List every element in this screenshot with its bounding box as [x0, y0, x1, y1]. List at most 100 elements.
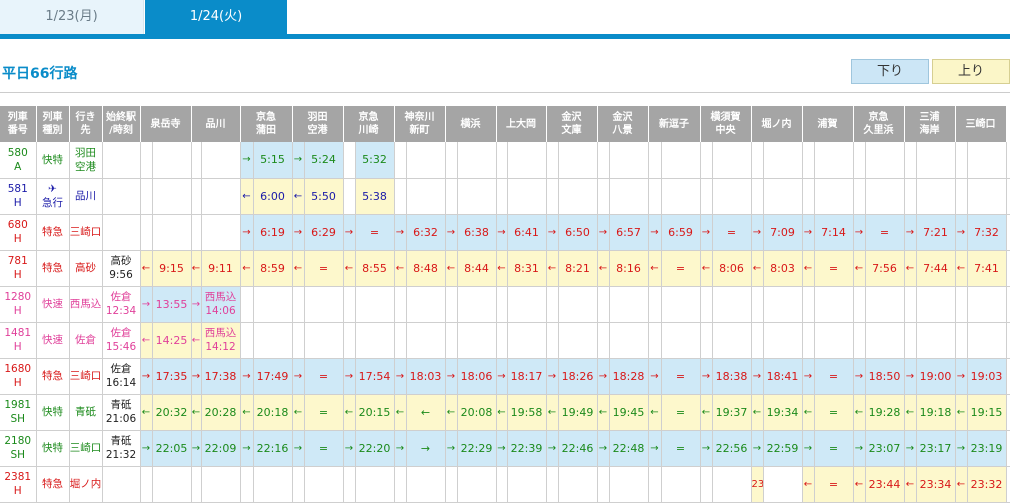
route-arrow — [1006, 322, 1010, 359]
stop-time — [661, 286, 701, 323]
route-arrow — [751, 286, 764, 323]
header-station-6: 神奈川 新町 — [394, 106, 446, 142]
train-number: 1280 H — [0, 286, 37, 323]
stop-time — [661, 466, 701, 503]
stop-time — [406, 142, 446, 179]
up-direction-button[interactable]: 上り — [932, 59, 1010, 84]
route-arrow — [1006, 394, 1010, 431]
train-row[interactable]: 781 H 特急 高砂 高砂 9:56 ← 9:15 ← 9:11 ← 8:59 ← = ← 8:55 ← 8:4… — [0, 250, 1010, 287]
route-arrow: → — [191, 358, 202, 395]
route-arrow: → — [597, 430, 610, 467]
route-arrow: ← — [648, 394, 662, 431]
route-arrow — [191, 142, 202, 179]
header-station-11: 新逗子 — [648, 106, 701, 142]
down-direction-button[interactable]: 下り — [851, 59, 929, 84]
route-arrow — [343, 178, 356, 215]
stop-time: 22:59 — [763, 430, 803, 467]
train-number: 781 H — [0, 250, 37, 287]
route-arrow: ← — [597, 250, 610, 287]
header-station-3: 京急 蒲田 — [240, 106, 293, 142]
train-row[interactable]: 2381H特急堀ノ内23:49←=←23:44←23:34←23:32 — [0, 466, 1010, 503]
stop-time — [304, 466, 344, 503]
train-row[interactable]: 680 H 特急 三崎口 → 6:19 → 6:29 → = → 6:32 → 6:38 → 6:41 → 6:5… — [0, 214, 1010, 251]
train-row[interactable]: 1481 H 快速 佐倉 佐倉 15:46 ← 14:25 ← 西馬込 14:12 — [0, 322, 1010, 359]
route-arrow: → — [955, 430, 968, 467]
route-arrow: ← — [546, 250, 559, 287]
route-arrow: ← — [955, 466, 968, 503]
tab-date-2[interactable]: 1/24(火) — [145, 0, 287, 34]
train-type: ✈ 急行 — [36, 178, 70, 215]
route-arrow — [853, 286, 866, 323]
route-arrow: → — [445, 214, 458, 251]
stop-time: = — [814, 430, 854, 467]
stop-time: 20:15 — [355, 394, 395, 431]
origin-time: 青砥 21:32 — [102, 430, 141, 467]
route-arrow: → — [140, 430, 153, 467]
route-arrow: → — [240, 430, 254, 467]
tab-date-1[interactable]: 1/23(月) — [0, 0, 144, 34]
train-destination: 高砂 — [69, 250, 103, 287]
stop-time: 18:03 — [406, 358, 446, 395]
stop-time — [661, 322, 701, 359]
train-row[interactable]: 581 H ✈ 急行 品川 ← 6:00 ← 5:50 5:38 — [0, 178, 1010, 215]
stop-time: = — [304, 250, 344, 287]
origin-time — [102, 142, 141, 179]
train-number: 1680 H — [0, 358, 37, 395]
train-row[interactable]: 1981 SH 快特 青砥 青砥 21:06 ← 20:32 ← 20:28 ← 20:18 ← = ← 20… — [0, 394, 1010, 431]
stop-time: 9:15 — [152, 250, 192, 287]
header-station-8: 上大岡 — [496, 106, 547, 142]
stop-time — [201, 466, 241, 503]
route-arrow: ← — [240, 178, 254, 215]
stop-time: 20:08 — [457, 394, 497, 431]
stop-time: 23:32 — [967, 466, 1007, 503]
stop-time — [967, 322, 1007, 359]
route-arrow — [853, 142, 866, 179]
header-train-type: 列車 種別 — [36, 106, 70, 142]
route-arrow: → — [700, 358, 713, 395]
train-row[interactable]: 2180 SH 快特 三崎口 青砥 21:32 → 22:05 → 22:09 → 22:16 → = → 2… — [0, 430, 1010, 467]
route-arrow — [140, 466, 153, 503]
route-arrow: → — [597, 214, 610, 251]
route-arrow: ← — [751, 250, 764, 287]
route-arrow — [394, 466, 407, 503]
train-row[interactable]: 1680 H 特急 三崎口 佐倉 16:14 → 17:35 → 17:38 → 17:49 → = → 17… — [0, 358, 1010, 395]
stop-time: 5:15 — [253, 142, 293, 179]
route-arrow: → — [802, 358, 815, 395]
train-number: 1481 H — [0, 322, 37, 359]
route-arrow — [955, 178, 968, 215]
header-station-16: 三浦 海岸 — [904, 106, 956, 142]
origin-time — [102, 214, 141, 251]
route-arrow: → — [496, 430, 508, 467]
stop-time — [763, 178, 803, 215]
route-arrow — [546, 142, 559, 179]
route-arrow: → — [802, 214, 815, 251]
route-arrow: → — [191, 430, 202, 467]
route-arrow — [648, 286, 662, 323]
route-arrow — [140, 178, 153, 215]
stop-time: 20:32 — [152, 394, 192, 431]
stop-time: 8:16 — [609, 250, 649, 287]
route-arrow: → — [240, 214, 254, 251]
stop-time: 23:44 — [865, 466, 905, 503]
train-row[interactable]: 580 A 快特 羽田 空港 → 5:15 → 5:24 5:32 — [0, 142, 1010, 179]
stop-time: 19:15 — [967, 394, 1007, 431]
stop-time: 22:16 — [253, 430, 293, 467]
stop-time — [609, 466, 649, 503]
header-station-17: 三崎口 — [955, 106, 1007, 142]
stop-time: 7:14 — [814, 214, 854, 251]
route-arrow — [802, 286, 815, 323]
route-arrow: → — [496, 214, 508, 251]
route-arrow: ← — [292, 250, 305, 287]
train-type: 快速 — [36, 322, 70, 359]
route-arrow: ← — [904, 466, 917, 503]
route-arrow — [802, 322, 815, 359]
route-arrow: ← — [802, 466, 815, 503]
stop-time: 5:50 — [304, 178, 344, 215]
stop-time — [763, 466, 803, 503]
route-arrow — [700, 466, 713, 503]
stop-time: 23:34 — [916, 466, 956, 503]
train-row[interactable]: 1280 H 快速 西馬込 佐倉 12:34 → 13:55 → 西馬込 14:06 — [0, 286, 1010, 323]
stop-time — [609, 322, 649, 359]
origin-time — [102, 466, 141, 503]
stop-time: 6:41 — [507, 214, 547, 251]
